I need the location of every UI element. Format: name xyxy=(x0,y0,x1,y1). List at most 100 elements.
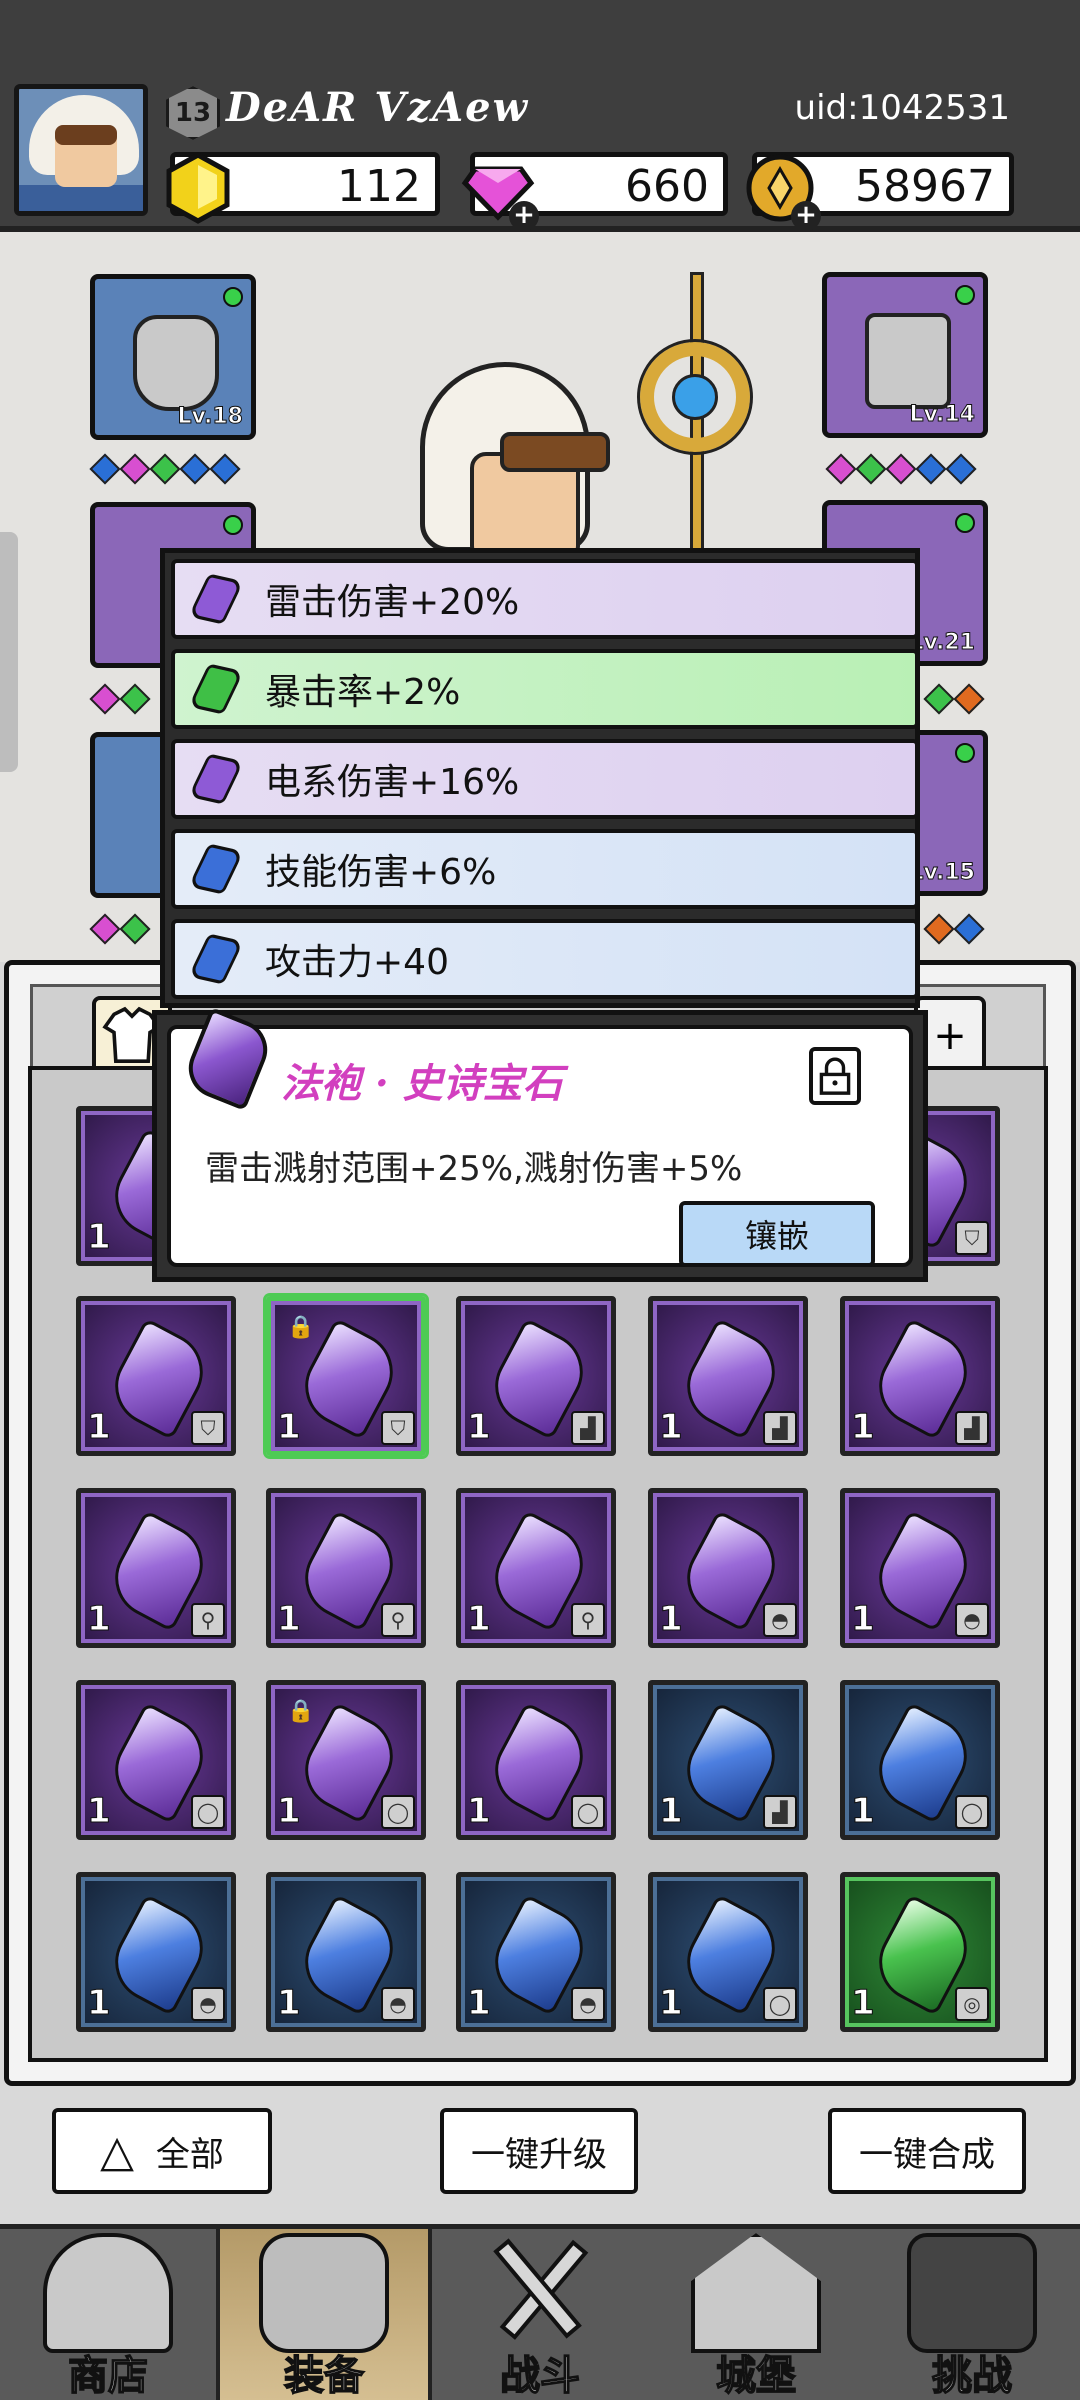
nav-battle[interactable]: 战斗 xyxy=(432,2229,648,2400)
avatar-hair xyxy=(55,125,117,145)
hat-type-icon: ◓ xyxy=(763,1603,797,1637)
hero-hair xyxy=(500,432,610,472)
gem-attribute-list: 雷击伤害+20% 暴击率+2% 电系伤害+16% 技能伤害+6% 攻击力+40 xyxy=(160,548,920,1008)
necklace-type-icon: ◯ xyxy=(381,1795,415,1829)
player-avatar[interactable] xyxy=(14,84,148,216)
inventory-gem-slot[interactable]: 1 ◓ xyxy=(76,1872,236,2032)
robe-type-icon: ⛉ xyxy=(191,1411,225,1445)
inlay-button[interactable]: 镶嵌 xyxy=(679,1201,875,1267)
nav-challenge-label: 挑战 xyxy=(931,2352,1013,2400)
inventory-gem-slot[interactable]: 1 ◯ xyxy=(456,1680,616,1840)
inventory-gem-slot[interactable]: 1 ▟ xyxy=(648,1680,808,1840)
robe-type-icon: ⛉ xyxy=(955,1221,989,1255)
necklace-type-icon: ◯ xyxy=(191,1795,225,1829)
socket-gem-pink xyxy=(119,453,151,485)
player-name: DeAR VzAew xyxy=(226,84,530,131)
gem-quantity: 1 xyxy=(659,1983,684,2024)
gem-quantity: 1 xyxy=(467,1983,492,2024)
inventory-gem-slot[interactable]: 1 ◓ xyxy=(840,1488,1000,1648)
gold-gem-value: 112 xyxy=(337,161,421,212)
inventory-gem-slot[interactable]: 1 ⚲ xyxy=(456,1488,616,1648)
nav-shop[interactable]: 商店 xyxy=(0,2229,216,2400)
inventory-gem-slot[interactable]: 1 ◯ 🔒 xyxy=(266,1680,426,1840)
nav-castle[interactable]: 城堡 xyxy=(648,2229,864,2400)
socket-gem-blue xyxy=(915,453,947,485)
green-gem-icon xyxy=(188,663,244,715)
bottom-navigation: 商店 装备 战斗 城堡 挑战 xyxy=(0,2224,1080,2400)
inventory-gem-slot[interactable]: 1 ▟ xyxy=(648,1296,808,1456)
side-drawer-tab[interactable] xyxy=(0,532,18,772)
slot-helmet-level: Lv.18 xyxy=(177,404,244,430)
hat-type-icon: ◓ xyxy=(955,1603,989,1637)
crossed-swords-icon xyxy=(475,2233,605,2353)
gold-gem-counter: 112 xyxy=(166,152,440,224)
socket-gem-orange xyxy=(923,913,955,945)
inventory-gem-slot[interactable]: 1 ◓ xyxy=(266,1872,426,2032)
coin-add-button[interactable]: + xyxy=(791,201,821,231)
helmet-icon xyxy=(133,315,219,411)
ring-type-icon: ◎ xyxy=(955,1987,989,2021)
boots-type-icon: ▟ xyxy=(571,1411,605,1445)
gem-quantity: 1 xyxy=(87,1407,112,1448)
slot-weapon-notification-dot xyxy=(955,285,975,305)
boots-type-icon: ▟ xyxy=(955,1411,989,1445)
gem-quantity: 1 xyxy=(851,1983,876,2024)
socket-gem-blue xyxy=(209,453,241,485)
gem-quantity: 1 xyxy=(659,1791,684,1832)
inventory-gem-slot[interactable]: 1 ⚲ xyxy=(76,1488,236,1648)
diamond-add-button[interactable]: + xyxy=(509,201,539,231)
gem-quantity: 1 xyxy=(87,1599,112,1640)
slot-weapon-gem-sockets xyxy=(825,453,977,485)
socket-gem-green xyxy=(119,913,151,945)
hat-type-icon: ◓ xyxy=(571,1987,605,2021)
socket-gem-green xyxy=(923,683,955,715)
gem-quantity: 1 xyxy=(659,1599,684,1640)
gem-quantity: 1 xyxy=(851,1791,876,1832)
inventory-gem-slot[interactable]: 1 ◯ xyxy=(76,1680,236,1840)
socket-gem-blue xyxy=(945,453,977,485)
inventory-gem-slot[interactable]: 1 ◯ xyxy=(840,1680,1000,1840)
lock-icon[interactable] xyxy=(809,1047,861,1105)
inventory-gem-slot[interactable]: 1 ◎ xyxy=(840,1872,1000,2032)
inventory-gem-slot[interactable]: 1 ▟ xyxy=(456,1296,616,1456)
slot-helmet-notification-dot xyxy=(223,287,243,307)
blue-gem-icon xyxy=(188,843,244,895)
gold-gem-icon xyxy=(166,152,230,224)
gem-detail-card: 法袍 · 史诗宝石 雷击溅射范围+25%,溅射伤害+5% 镶嵌 xyxy=(167,1006,913,1267)
attribute-row: 攻击力+40 xyxy=(171,919,919,999)
gem-quantity: 1 xyxy=(659,1407,684,1448)
inventory-gem-slot[interactable]: 1⛉ xyxy=(76,1296,236,1456)
upgrade-all-button[interactable]: 一键升级 xyxy=(440,2108,638,2194)
socket-gem-orange xyxy=(953,683,985,715)
slot-weapon-arm[interactable]: Lv.14 xyxy=(822,272,988,438)
slot-helmet[interactable]: Lv.18 xyxy=(90,274,256,440)
nav-challenge[interactable]: 挑战 xyxy=(864,2229,1080,2400)
nav-shop-label: 商店 xyxy=(67,2352,149,2400)
inventory-gem-slot[interactable]: 1 ◓ xyxy=(456,1872,616,2032)
staff-type-icon: ⚲ xyxy=(381,1603,415,1637)
attribute-row: 电系伤害+16% xyxy=(171,739,919,819)
socket-gem-blue xyxy=(179,453,211,485)
coin-counter: + 58967 xyxy=(746,152,1014,231)
filter-all-button[interactable]: △ 全部 xyxy=(52,2108,272,2194)
inventory-gem-slot[interactable]: 1 ◯ xyxy=(648,1872,808,2032)
gem-quantity: 1 xyxy=(87,1983,112,2024)
attribute-text: 技能伤害+6% xyxy=(265,852,497,893)
socket-gem-blue xyxy=(953,913,985,945)
hat-type-icon: ◓ xyxy=(191,1987,225,2021)
necklace-type-icon: ◯ xyxy=(571,1795,605,1829)
gem-quantity: 1 xyxy=(87,1791,112,1832)
avatar-cloak xyxy=(19,185,143,211)
slot-helmet-gem-sockets xyxy=(89,453,241,485)
gem-quantity: 1 xyxy=(851,1599,876,1640)
coin-value: 58967 xyxy=(855,161,995,212)
hat-type-icon: ◓ xyxy=(381,1987,415,2021)
castle-icon xyxy=(691,2233,821,2353)
inventory-gem-slot[interactable]: 1 ⛉ 🔒 xyxy=(266,1296,426,1456)
inventory-gem-slot[interactable]: 1 ◓ xyxy=(648,1488,808,1648)
inventory-gem-slot[interactable]: 1 ⚲ xyxy=(266,1488,426,1648)
merge-all-button[interactable]: 一键合成 xyxy=(828,2108,1026,2194)
boots-type-icon: ▟ xyxy=(763,1795,797,1829)
nav-equipment[interactable]: 装备 xyxy=(216,2229,432,2400)
inventory-gem-slot[interactable]: 1 ▟ xyxy=(840,1296,1000,1456)
